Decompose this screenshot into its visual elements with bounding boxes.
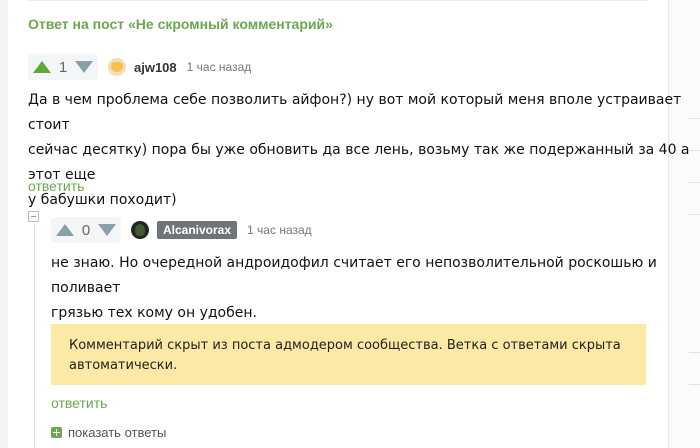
comment-header: 1 ajw108 1 час назад: [28, 54, 251, 80]
thread-branch-line: [34, 224, 35, 448]
comment-author[interactable]: Alcanivorax: [157, 221, 238, 239]
right-sidebar-edge: [668, 0, 700, 448]
comment-time[interactable]: 1 час назад: [187, 60, 252, 74]
downvote-arrow-icon[interactable]: [74, 60, 94, 74]
vote-box: 0: [51, 217, 121, 243]
collapse-thread-icon[interactable]: [28, 211, 39, 222]
comment-body: не знаю. Но очередной андроидофил считае…: [51, 251, 700, 326]
downvote-arrow-icon[interactable]: [97, 223, 117, 237]
upvote-arrow-icon[interactable]: [32, 60, 52, 74]
top-divider: [28, 0, 648, 1]
hidden-comment-notice: Комментарий скрыт из поста адмодером соо…: [51, 324, 646, 385]
comment-text-line: у бабушки походит): [28, 192, 177, 208]
comment-text-line: не знаю. Но очередной андроидофил считае…: [51, 255, 657, 296]
notice-text-line: автоматически.: [69, 358, 178, 373]
comment-body: Да в чем проблема себе позволить айфон?)…: [28, 88, 700, 213]
comment-header: 0 Alcanivorax 1 час назад: [51, 217, 312, 243]
comment-text-line: грязью тех кому он удобен.: [51, 305, 257, 321]
upvote-arrow-icon[interactable]: [55, 223, 75, 237]
sidebar-divider: [689, 214, 700, 215]
vote-box: 1: [28, 54, 98, 80]
comment-rating: 1: [58, 58, 68, 76]
comment-author[interactable]: ajw108: [134, 60, 177, 75]
plus-icon: [51, 427, 62, 438]
comment-rating: 0: [81, 221, 91, 239]
avatar[interactable]: [131, 221, 149, 239]
show-replies-button[interactable]: показать ответы: [51, 425, 166, 440]
avatar[interactable]: [108, 58, 126, 76]
left-gutter: [0, 0, 8, 448]
comment-text-line: Да в чем проблема себе позволить айфон?)…: [28, 92, 682, 133]
sidebar-divider: [689, 352, 700, 353]
reply-link[interactable]: ответить: [28, 178, 84, 194]
comment-text-line: сейчас десятку) пора бы уже обновить да …: [28, 142, 690, 183]
parent-post-link[interactable]: Ответ на пост «Не скромный комментарий»: [28, 16, 333, 32]
notice-text-line: Комментарий скрыт из поста адмодером соо…: [69, 338, 621, 353]
reply-link[interactable]: ответить: [51, 395, 107, 411]
sidebar-divider: [689, 384, 700, 385]
show-replies-label: показать ответы: [68, 425, 167, 440]
comment-time[interactable]: 1 час назад: [247, 223, 312, 237]
